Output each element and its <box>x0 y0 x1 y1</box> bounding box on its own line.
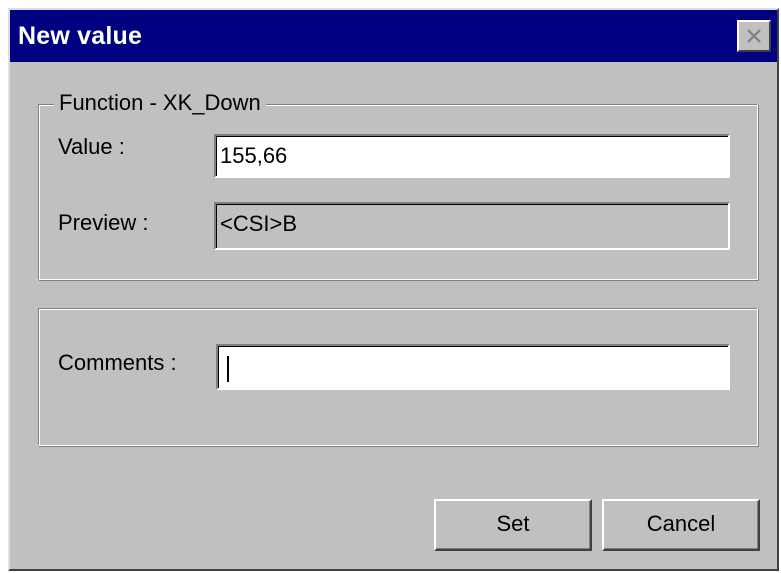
cancel-button[interactable]: Cancel <box>602 499 760 551</box>
value-label: Value : <box>58 134 125 159</box>
value-input[interactable] <box>214 134 730 178</box>
function-group-legend: Function - XK_Down <box>54 90 266 116</box>
comments-label: Comments : <box>58 350 177 375</box>
set-button[interactable]: Set <box>434 499 592 551</box>
preview-field: <CSI>B <box>214 202 730 250</box>
close-icon <box>747 29 761 43</box>
text-caret <box>227 356 229 382</box>
comments-input[interactable] <box>216 344 730 390</box>
function-groupbox <box>38 104 758 280</box>
window-title: New value <box>18 22 143 50</box>
title-bar[interactable]: New value <box>10 10 777 62</box>
close-button[interactable] <box>737 20 771 52</box>
preview-label: Preview : <box>58 210 149 235</box>
new-value-dialog: New value Function - XK_Down Value : Pre… <box>8 8 779 571</box>
